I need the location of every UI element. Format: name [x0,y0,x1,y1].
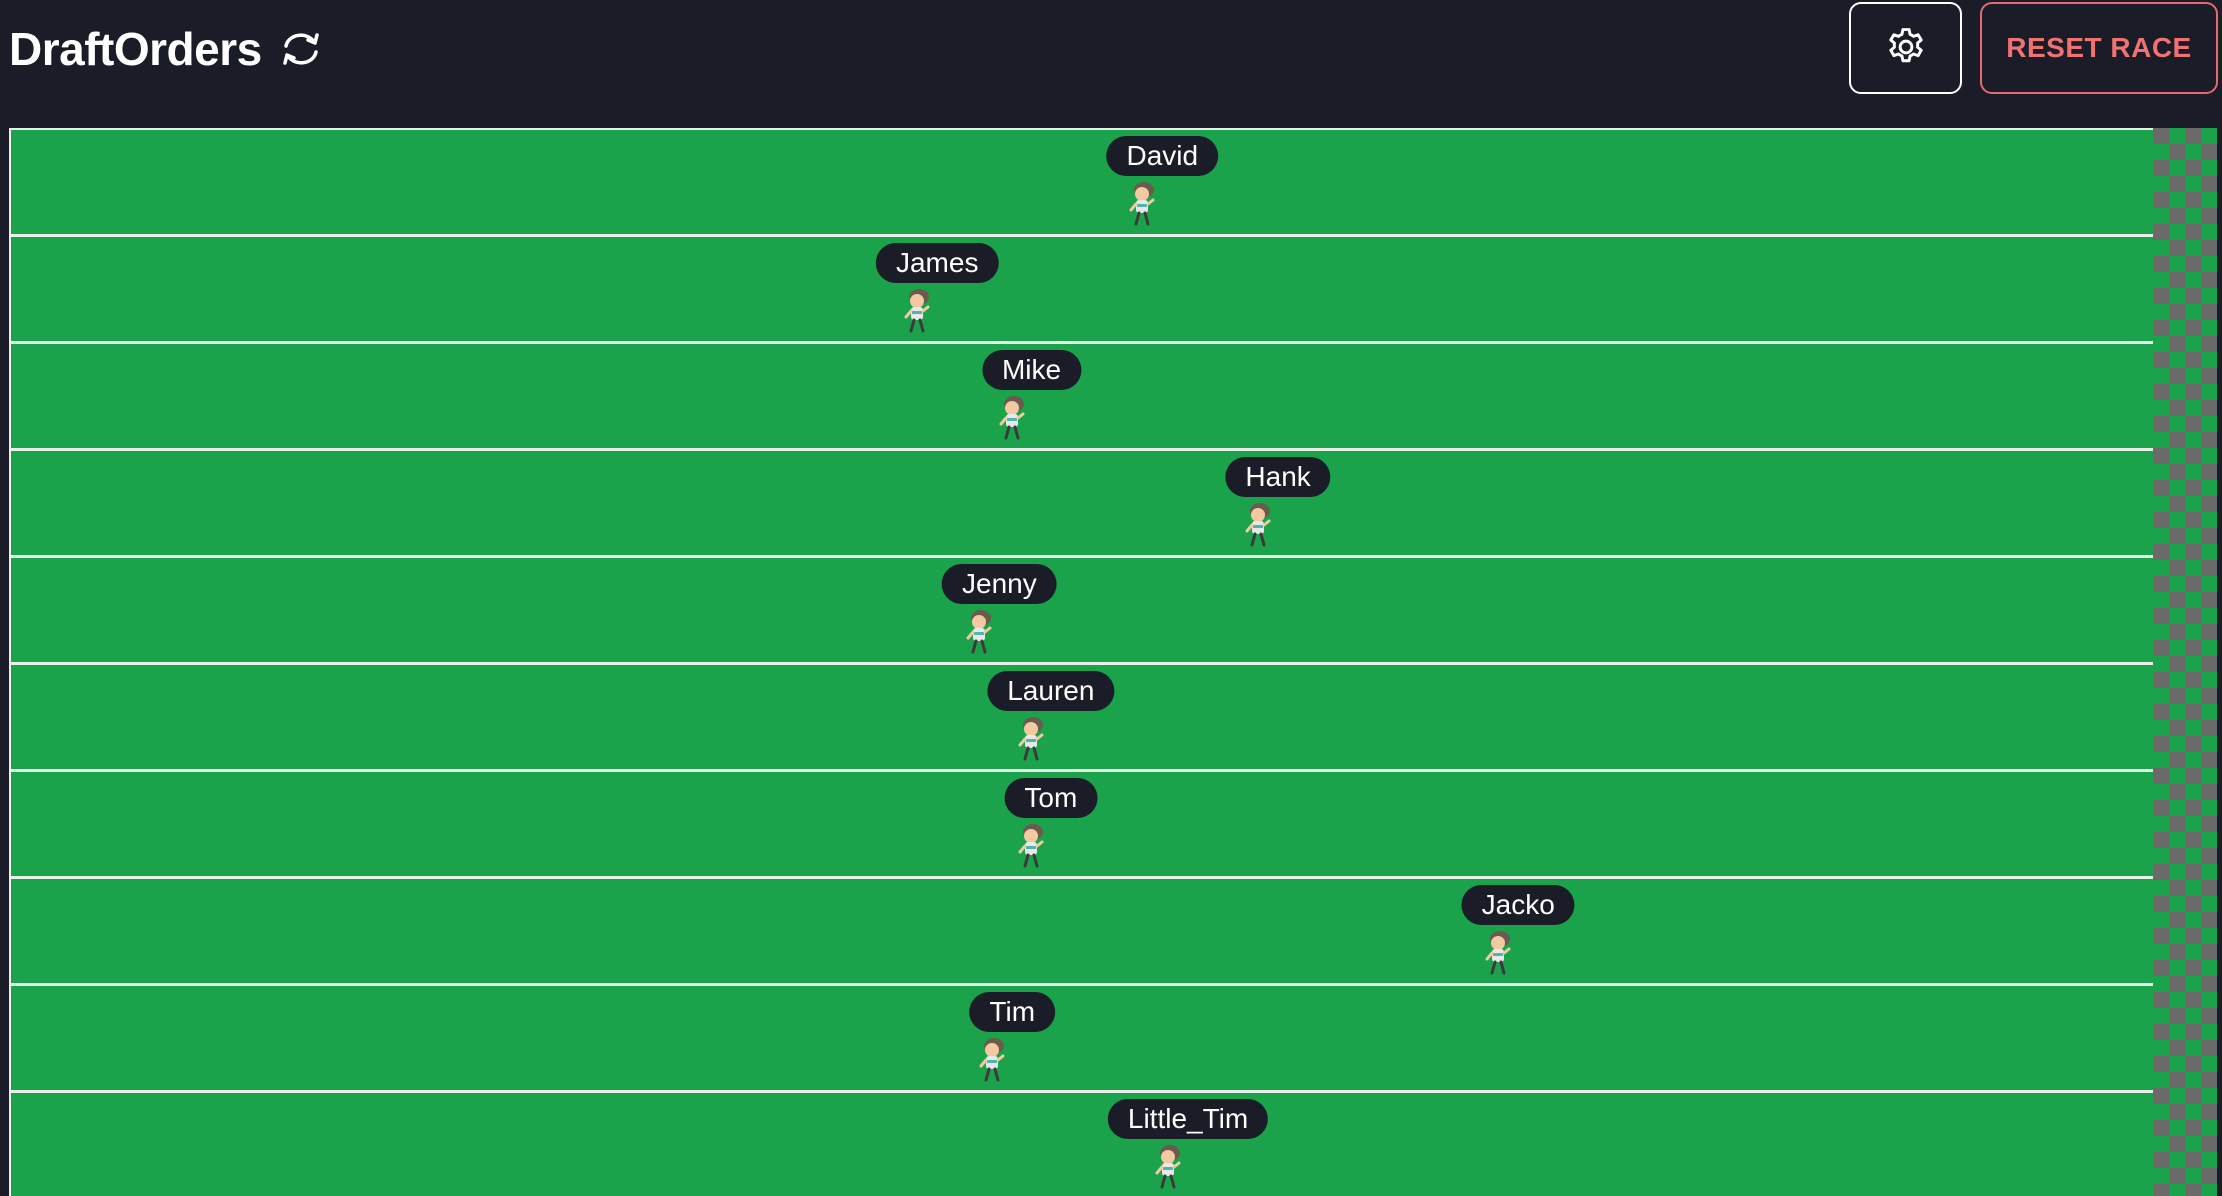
runner-name-tag: James [875,243,999,283]
runner-sprite-icon [963,608,997,658]
race-lane: David [11,130,2155,237]
race-lane: Mike [11,344,2155,451]
checkered-flag-icon [2153,128,2217,1196]
race-lane: Jacko [11,879,2155,986]
race-lane: Lauren [11,665,2155,772]
refresh-icon[interactable] [278,26,324,72]
gear-icon [1884,25,1928,72]
runner-sprite-icon [1015,715,1049,765]
race-lane: Jenny [11,558,2155,665]
runner-name-tag: Jacko [1461,885,1575,925]
runner-sprite-icon [1126,180,1160,230]
brand: DraftOrders [9,22,324,76]
runner-sprite-icon [996,394,1030,444]
runner-sprite-icon [901,287,935,337]
runner-sprite-icon [1015,822,1049,872]
runner-name-tag: Hank [1225,457,1331,497]
page: DraftOrders RESET RACE David James Mike … [0,0,2222,1196]
race-track: David James Mike Hank Jenny Lauren Tom J… [9,128,2155,1196]
runner-name-tag: Tim [969,992,1056,1032]
runner-name-tag: David [1106,136,1219,176]
app-header: DraftOrders RESET RACE [0,0,2222,111]
runner-name-tag: Jenny [942,564,1057,604]
settings-button[interactable] [1849,2,1962,94]
race-lane: Little_Tim [11,1093,2155,1196]
runner-sprite-icon [976,1036,1010,1086]
runner-name-tag: Lauren [987,671,1115,711]
race-lane: Tom [11,772,2155,879]
runner-sprite-icon [1482,929,1516,979]
reset-race-button[interactable]: RESET RACE [1980,2,2218,94]
app-title: DraftOrders [9,23,262,75]
runner-name-tag: Mike [981,350,1082,390]
race-lane: Hank [11,451,2155,558]
race-lane: Tim [11,986,2155,1093]
runner-name-tag: Tom [1004,778,1098,818]
runner-sprite-icon [1242,501,1276,551]
runner-sprite-icon [1152,1143,1186,1193]
runner-name-tag: Little_Tim [1107,1099,1269,1139]
race-lane: James [11,237,2155,344]
